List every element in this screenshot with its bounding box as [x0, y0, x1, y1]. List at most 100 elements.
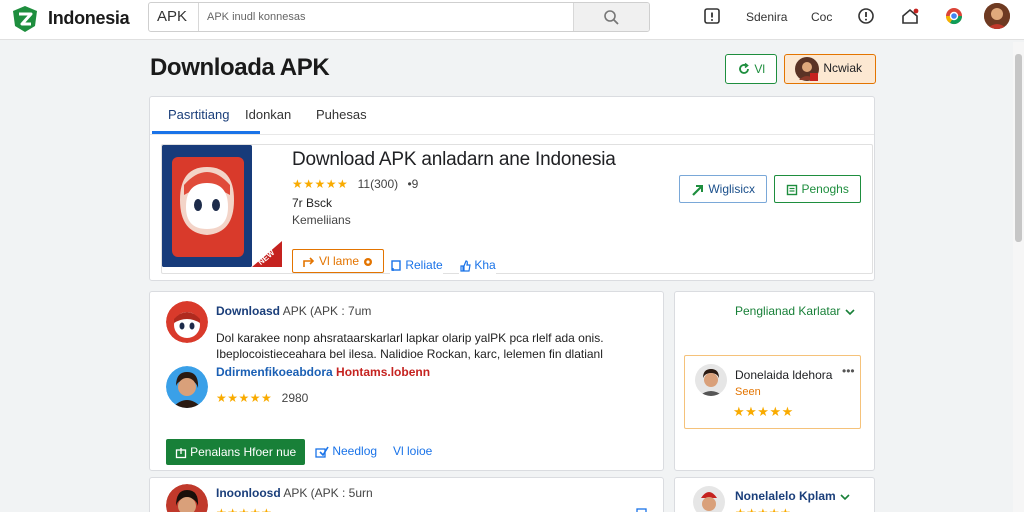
feed-title-rest: APK (APK : 7um: [282, 304, 372, 318]
brand-name[interactable]: Indonesia: [48, 8, 130, 29]
search-button[interactable]: [573, 3, 649, 31]
feed-download-button-label: Penalans Hfoer nue: [190, 445, 297, 459]
feed2-title-rest: APK (APK : 5urn: [283, 486, 373, 500]
refresh-icon: [739, 63, 749, 75]
report-button[interactable]: Reliate: [390, 253, 443, 277]
verify-button-label: Vl: [754, 61, 765, 76]
developer-card[interactable]: Donelaida ldehora Seen ★★★★★ •••: [684, 355, 861, 429]
feed-body: Dol karakee nonp ahsrataarskarlarl lapka…: [216, 331, 604, 361]
feed-app-avatar-image: [166, 301, 208, 343]
feed-link-tag[interactable]: Hontams.lobenn: [336, 365, 430, 379]
feed-title[interactable]: Downloasd APK (APK : 7um: [216, 304, 371, 318]
feed-share-button[interactable]: Needlog: [315, 444, 377, 458]
app-category: Kemeliians: [292, 213, 351, 227]
feed-share-button-label: Needlog: [332, 444, 378, 458]
feed-app-avatar[interactable]: [166, 301, 208, 343]
alert-square-icon[interactable]: [702, 6, 722, 26]
top-link-1[interactable]: Coc: [811, 10, 832, 24]
feed-post-2: Inoonloosd APK (APK : 5urn ★★★★★: [149, 477, 664, 512]
chrome-icon[interactable]: [944, 6, 964, 26]
side2-header[interactable]: Nonelalelo Kplam: [735, 489, 851, 503]
app-logo-icon: [162, 145, 252, 267]
feed-title-bold: Downloasd: [216, 304, 281, 318]
feed-download-button[interactable]: Penalans Hfoer nue: [166, 439, 305, 465]
developer-avatar: [695, 364, 727, 396]
side2-rating-stars: ★★★★★: [735, 506, 791, 512]
feed-rating-count: 2980: [281, 391, 309, 405]
tab-0[interactable]: Pasrtitiang: [168, 107, 229, 122]
account-avatar: [794, 57, 819, 81]
verify-button[interactable]: Vl: [725, 54, 777, 84]
app-rating-stars: ★★★★★: [292, 177, 349, 191]
side2-avatar-image: [693, 486, 725, 512]
developer-avatar-image: [695, 364, 727, 396]
scrollbar-thumb[interactable]: [1015, 54, 1022, 242]
app-size: 7r Bsck: [292, 196, 333, 210]
feed-more-button[interactable]: Vl loioe: [393, 444, 432, 458]
app-icon[interactable]: [162, 145, 252, 267]
info-circle-icon[interactable]: [856, 6, 876, 26]
developer-rating-stars: ★★★★★: [733, 404, 794, 419]
chevron-down-icon: [840, 494, 850, 500]
tab-bar: Pasrtitiang Idonkan Puhesas: [150, 97, 874, 135]
user-avatar-image: [984, 3, 1010, 29]
report-button-label: Reliate: [405, 258, 443, 272]
side-panel-header[interactable]: Penglianad Karlatar: [735, 304, 856, 318]
app-title: Download APK anladarn ane Indonesia: [292, 149, 616, 170]
side2-avatar[interactable]: [693, 486, 725, 512]
side2-header-label: Nonelalelo Kplam: [735, 489, 836, 503]
home-notification-icon[interactable]: [900, 6, 920, 26]
side-panel-header-label: Penglianad Karlatar: [735, 304, 841, 318]
feed-author-avatar-image: [166, 366, 208, 408]
search-bar: APK: [148, 2, 650, 32]
app-rating-extra: •9: [407, 177, 419, 191]
shield-logo-icon[interactable]: [10, 4, 40, 34]
feed2-title[interactable]: Inoonloosd APK (APK : 5urn: [216, 486, 373, 500]
like-button[interactable]: Kha: [459, 253, 496, 277]
chevron-down-icon: [845, 309, 855, 315]
feed-links: Ddirmenfikoeabdora Hontams.lobenn: [216, 365, 430, 379]
side-panel-2: Nonelalelo Kplam ★★★★★: [674, 477, 875, 512]
wishlist-button-label: Vl lame: [318, 254, 359, 268]
search-input[interactable]: [201, 3, 573, 31]
user-avatar[interactable]: [984, 3, 1010, 29]
feed2-author-avatar-image: [166, 484, 208, 512]
developer-name: Donelaida ldehora: [735, 368, 833, 382]
app-rating-count: 11(300): [357, 177, 399, 191]
feed2-rating-stars: ★★★★★: [216, 506, 272, 512]
account-button[interactable]: Ncwiak: [784, 54, 876, 84]
top-bar: Indonesia APK Sdenira Coc: [0, 0, 1024, 40]
feed-link-author[interactable]: Ddirmenfikoeabdora: [216, 365, 333, 379]
tab-active-indicator: [152, 131, 260, 134]
developer-role: Seen: [735, 386, 761, 398]
gear-icon: [364, 257, 373, 266]
arrow-up-right-icon: [692, 184, 703, 196]
feed-rating-stars: ★★★★★: [216, 391, 273, 405]
details-button-label: Penoghs: [801, 182, 849, 196]
like-button-label: Kha: [474, 258, 496, 272]
app-rating: ★★★★★ 11(300) •9: [292, 177, 418, 191]
tab-2[interactable]: Puhesas: [316, 107, 367, 122]
app-detail-card: Pasrtitiang Idonkan Puhesas NEW Download…: [149, 96, 875, 281]
feed2-title-bold: Inoonloosd: [216, 486, 281, 500]
feed2-author-avatar[interactable]: [166, 484, 208, 512]
download-box-icon: [175, 447, 186, 458]
share-icon[interactable]: [636, 506, 650, 512]
top-link-0[interactable]: Sdenira: [746, 10, 787, 24]
wishlist-button[interactable]: Vl lame: [292, 249, 384, 273]
account-button-label: Ncwiak: [823, 61, 862, 76]
feed-author-avatar[interactable]: [166, 366, 208, 408]
feed-post: Downloasd APK (APK : 7um Dol karakee non…: [149, 291, 664, 471]
feed-rating: ★★★★★ 2980: [216, 391, 308, 405]
search-scope-select[interactable]: APK: [149, 3, 199, 31]
search-icon: [604, 10, 619, 25]
install-button[interactable]: Wiglisicx: [679, 175, 767, 203]
install-button-label: Wiglisicx: [708, 182, 755, 196]
page-scrollbar[interactable]: [1013, 42, 1024, 512]
tab-1[interactable]: Idonkan: [245, 107, 291, 122]
flag-icon: [391, 260, 401, 271]
share-check-icon: [315, 446, 329, 458]
thumbs-up-icon: [460, 260, 471, 272]
more-options-icon[interactable]: •••: [842, 364, 855, 378]
details-button[interactable]: Penoghs: [774, 175, 861, 203]
